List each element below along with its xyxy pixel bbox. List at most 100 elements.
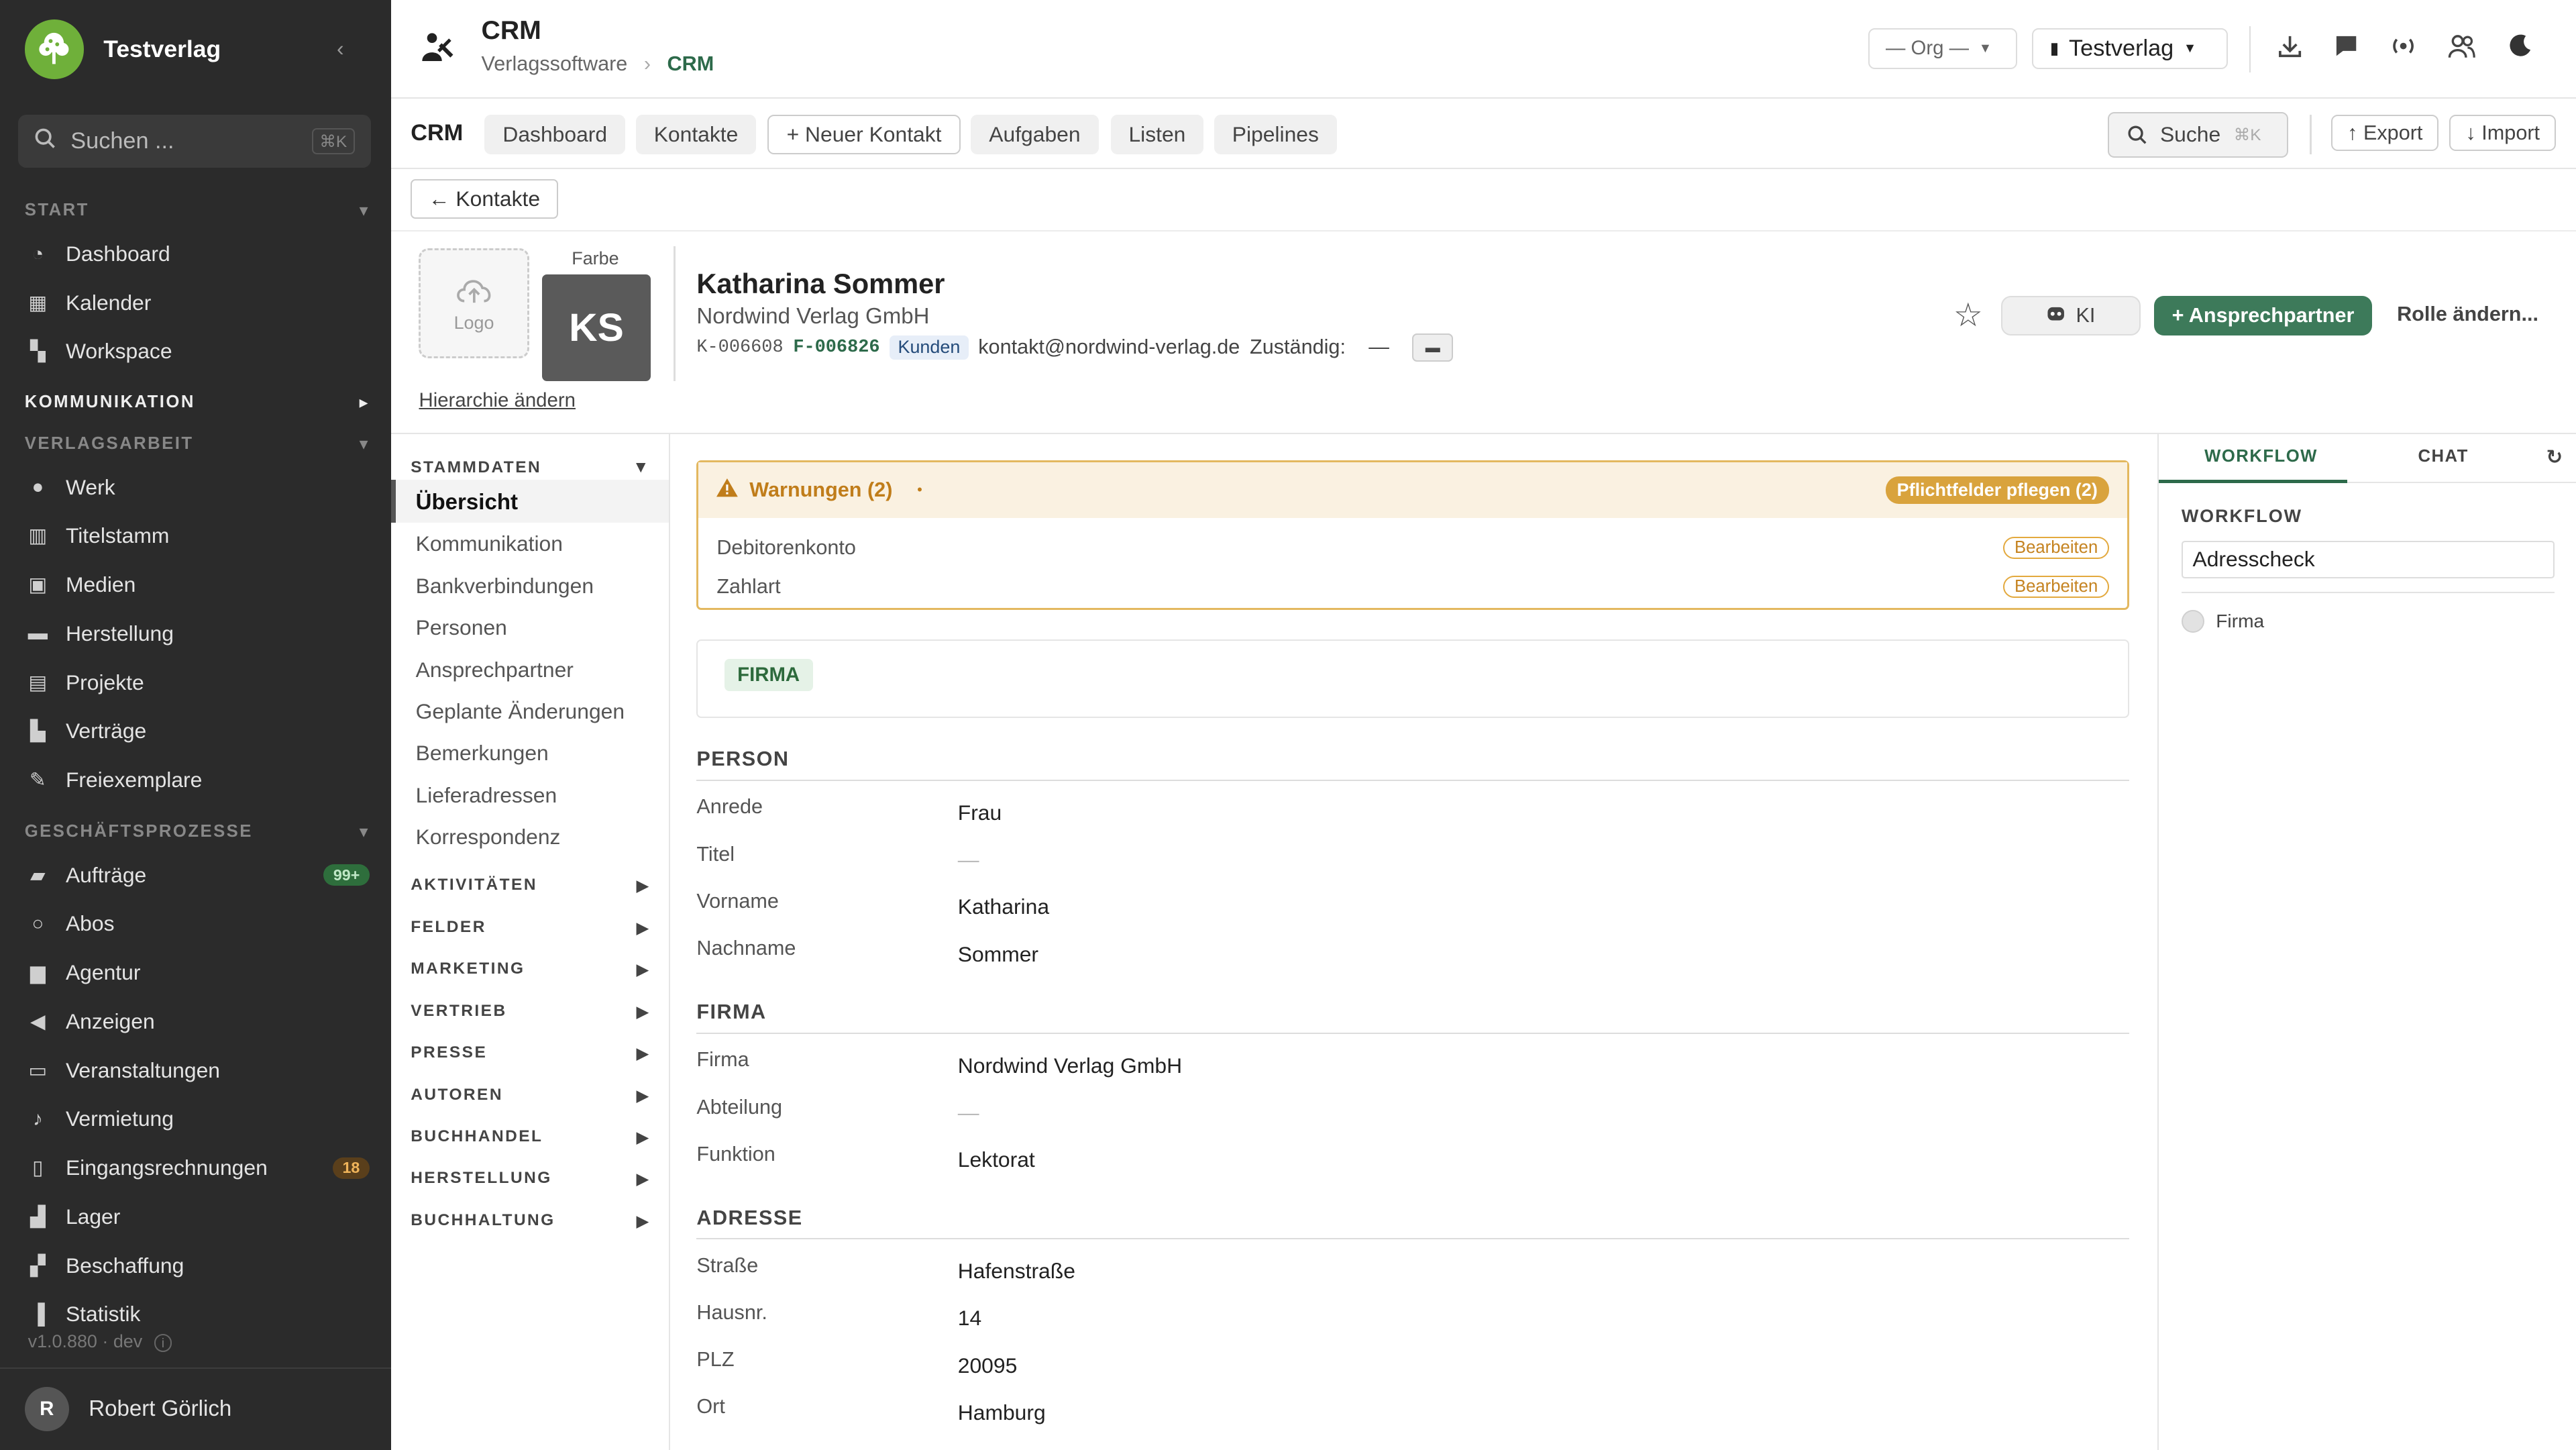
tab-dashboard[interactable]: Dashboard xyxy=(484,115,626,155)
sidebar-item-label: Freiexemplare xyxy=(65,768,203,792)
broadcast-icon[interactable] xyxy=(2390,33,2416,65)
detail-nav-lieferadressen[interactable]: Lieferadressen xyxy=(416,783,557,808)
detail-nav-korrespondenz[interactable]: Korrespondenz xyxy=(416,825,561,849)
maintain-required-fields-button[interactable]: Pflichtfelder pflegen (2) xyxy=(1885,476,2109,504)
detail-nav-bemerkungen[interactable]: Bemerkungen xyxy=(416,741,549,766)
tab-listen[interactable]: Listen xyxy=(1110,115,1204,155)
field-value-anrede[interactable]: Frau xyxy=(958,800,1002,825)
sidebar-item-label: Titelstamm xyxy=(65,523,170,548)
tab-workflow[interactable]: WORKFLOW xyxy=(2204,447,2318,466)
sidebar-item-medien[interactable]: ▣ Medien xyxy=(25,572,370,597)
sidebar-item-anzeigen[interactable]: ◀ Anzeigen xyxy=(25,1009,370,1034)
brand[interactable]: Testverlag xyxy=(24,19,221,79)
workflow-select[interactable]: Adresscheck xyxy=(2181,540,2555,579)
section-herstellung[interactable]: HERSTELLUNG ▶ xyxy=(411,1169,651,1189)
section-verlagsarbeit[interactable]: VERLAGSARBEIT ▾ xyxy=(25,434,370,454)
color-avatar[interactable]: KS xyxy=(542,274,651,382)
back-to-contacts-button[interactable]: ← Kontakte xyxy=(411,178,558,219)
refresh-icon[interactable]: ↻ xyxy=(2546,446,2563,469)
tab-chat[interactable]: CHAT xyxy=(2418,447,2468,466)
section-kommunikation[interactable]: KOMMUNIKATION ▸ xyxy=(25,393,370,413)
download-icon[interactable] xyxy=(2277,33,2303,65)
detail-nav-bankverbindungen[interactable]: Bankverbindungen xyxy=(416,574,594,599)
field-value-titel[interactable]: — xyxy=(958,847,979,872)
sidebar-item-freiexemplare[interactable]: ✎ Freiexemplare xyxy=(25,768,370,792)
section-buchhaltung[interactable]: BUCHHALTUNG ▶ xyxy=(411,1211,651,1231)
field-value-hausnr[interactable]: 14 xyxy=(958,1306,981,1331)
section-autoren[interactable]: AUTOREN ▶ xyxy=(411,1086,651,1106)
sidebar-item-lager[interactable]: ▟ Lager xyxy=(25,1204,370,1229)
field-value-ort[interactable]: Hamburg xyxy=(958,1400,1046,1425)
tenant-select[interactable]: ▮ Testverlag ▼ xyxy=(2032,28,2228,69)
tab-kontakte[interactable]: Kontakte xyxy=(635,115,757,155)
moon-icon[interactable] xyxy=(2509,33,2534,64)
section-felder[interactable]: FELDER ▶ xyxy=(411,918,651,938)
new-contact-button[interactable]: + Neuer Kontakt xyxy=(767,115,961,155)
collapse-sidebar-icon[interactable]: ‹ xyxy=(337,36,344,61)
import-button[interactable]: ↓ Import xyxy=(2449,115,2557,152)
sidebar-item-vermietung[interactable]: ♪ Vermietung xyxy=(25,1106,370,1131)
sidebar-item-kalender[interactable]: ▦ Kalender xyxy=(25,291,370,315)
section-geschaeftsprozesse[interactable]: GESCHÄFTSPROZESSE ▾ xyxy=(25,822,370,842)
sidebar-item-vertraege[interactable]: ▙ Verträge xyxy=(25,719,370,743)
section-marketing[interactable]: MARKETING ▶ xyxy=(411,960,651,980)
section-start[interactable]: START ▾ xyxy=(25,201,370,221)
sidebar-item-workspace[interactable]: ▚ Workspace xyxy=(25,339,370,364)
sidebar-item-abos[interactable]: ○ Abos xyxy=(25,911,370,936)
sidebar-item-statistik[interactable]: ▐ Statistik xyxy=(25,1302,370,1327)
section-aktivitaeten[interactable]: AKTIVITÄTEN ▶ xyxy=(411,876,651,896)
detail-nav-kommunikation[interactable]: Kommunikation xyxy=(416,531,563,556)
field-value-strasse[interactable]: Hafenstraße xyxy=(958,1259,1075,1284)
edit-button[interactable]: Bearbeiten xyxy=(2003,576,2109,599)
sidebar-item-werk[interactable]: ● Werk xyxy=(25,475,370,500)
edit-button[interactable]: Bearbeiten xyxy=(2003,536,2109,559)
workflow-step[interactable]: Firma xyxy=(2181,609,2264,633)
warnings-header[interactable]: Warnungen (2) • Pflichtfelder pflegen (2… xyxy=(698,462,2127,518)
sidebar-item-agentur[interactable]: ▆ Agentur xyxy=(25,960,370,985)
sidebar-item-auftraege[interactable]: ▰ Aufträge 99+ xyxy=(25,863,370,888)
info-icon[interactable]: i xyxy=(154,1333,172,1352)
sidebar-item-herstellung[interactable]: ▬ Herstellung xyxy=(25,621,370,646)
add-contact-person-button[interactable]: + Ansprechpartner xyxy=(2153,295,2373,335)
users-icon[interactable] xyxy=(2448,33,2476,65)
sidebar-item-titelstamm[interactable]: ▥ Titelstamm xyxy=(25,523,370,548)
sidebar-item-beschaffung[interactable]: ▞ Beschaffung xyxy=(25,1253,370,1278)
logo-upload[interactable]: Logo xyxy=(419,248,529,358)
chat-icon[interactable] xyxy=(2333,33,2359,65)
field-value-vorname[interactable]: Katharina xyxy=(958,894,1049,919)
breadcrumb-root[interactable]: Verlagssoftware xyxy=(482,52,628,76)
sidebar-item-veranstaltungen[interactable]: ▭ Veranstaltungen xyxy=(25,1058,370,1083)
sidebar-search[interactable]: Suchen ... ⌘K xyxy=(17,115,372,168)
crm-search-button[interactable]: Suche ⌘K xyxy=(2108,111,2289,158)
section-buchhandel[interactable]: BUCHHANDEL ▶ xyxy=(411,1127,651,1147)
tab-aufgaben[interactable]: Aufgaben xyxy=(971,115,1099,155)
star-icon[interactable]: ☆ xyxy=(1953,296,1983,334)
section-stammdaten[interactable]: STAMMDATEN ▼ xyxy=(411,458,651,477)
field-value-firma[interactable]: Nordwind Verlag GmbH xyxy=(958,1053,1182,1078)
export-button[interactable]: ↑ Export xyxy=(2331,115,2439,152)
section-vertrieb[interactable]: VERTRIEB ▶ xyxy=(411,1002,651,1022)
contact-email[interactable]: kontakt@nordwind-verlag.de xyxy=(978,335,1240,359)
detail-nav-geplante-aenderungen[interactable]: Geplante Änderungen xyxy=(416,699,625,724)
org-select[interactable]: — Org — ▼ xyxy=(1868,28,2018,69)
sidebar-item-projekte[interactable]: ▤ Projekte xyxy=(25,670,370,695)
section-presse[interactable]: PRESSE ▶ xyxy=(411,1043,651,1064)
detail-nav-ansprechpartner[interactable]: Ansprechpartner xyxy=(416,658,574,682)
tab-pipelines[interactable]: Pipelines xyxy=(1214,115,1337,155)
detail-nav-uebersicht[interactable]: Übersicht xyxy=(416,490,518,515)
sidebar-item-eingangsrechnungen[interactable]: ▯ Eingangsrechnungen 18 xyxy=(25,1155,370,1180)
user-menu[interactable]: R Robert Görlich xyxy=(0,1367,391,1449)
field-value-nachname[interactable]: Sommer xyxy=(958,942,1038,967)
warning-row-label: Zahlart xyxy=(716,575,781,599)
detail-nav-personen[interactable]: Personen xyxy=(416,615,507,640)
assign-button[interactable]: ▬ xyxy=(1412,333,1454,362)
change-role-button[interactable]: Rolle ändern... xyxy=(2397,303,2538,326)
zustaendig-value[interactable]: — xyxy=(1368,335,1389,359)
sidebar-item-dashboard[interactable]: ◔ Dashboard xyxy=(25,242,370,266)
ki-button[interactable]: KI xyxy=(2000,295,2141,335)
tenant-select-value: Testverlag xyxy=(2069,35,2174,61)
field-value-abteilung[interactable]: — xyxy=(958,1100,979,1125)
field-value-funktion[interactable]: Lektorat xyxy=(958,1147,1035,1172)
hierarchy-link[interactable]: Hierarchie ändern xyxy=(419,389,576,412)
field-value-plz[interactable]: 20095 xyxy=(958,1353,1018,1378)
